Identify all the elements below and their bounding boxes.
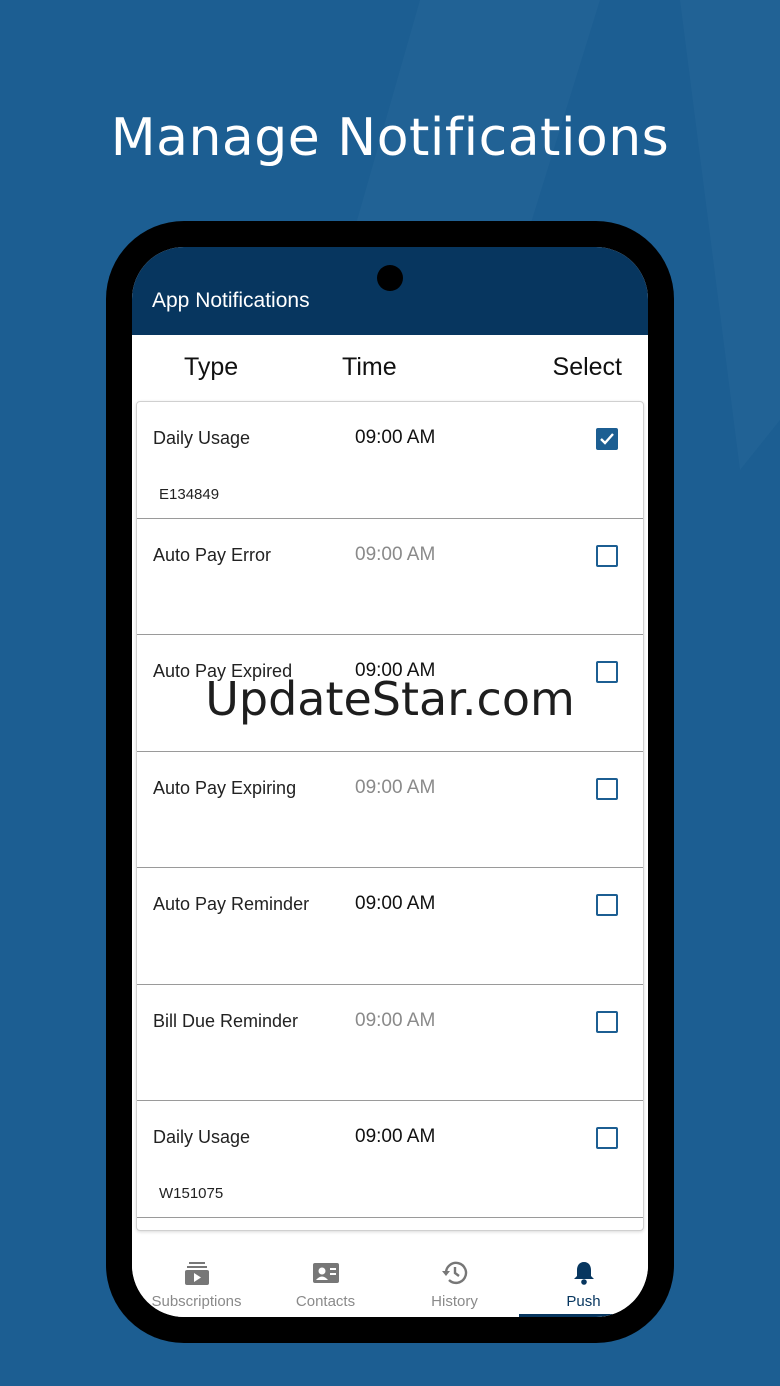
checkmark-icon [600, 433, 614, 445]
account-id: E134849 [159, 486, 220, 503]
app-bar: App Notifications [132, 247, 648, 335]
phone-screen: App Notifications Type Time Select Daily… [132, 247, 648, 1317]
camera-cutout [377, 265, 403, 291]
select-checkbox[interactable] [596, 894, 618, 916]
notification-type: Auto Pay Error [153, 544, 272, 565]
app-bar-title: App Notifications [152, 289, 310, 312]
column-select-label: Select [552, 353, 622, 381]
notification-time[interactable]: 09:00 AM [355, 1010, 435, 1032]
nav-label: Contacts [295, 1293, 356, 1310]
nav-item-push[interactable]: Push [519, 1253, 648, 1317]
notification-row[interactable]: Auto Pay Reminder 09:00 AM [137, 868, 643, 985]
account-id: W151075 [159, 1185, 224, 1202]
bottom-navigation: Subscriptions Contacts History Push [132, 1253, 648, 1317]
notification-row[interactable]: Bill Due Reminder 09:00 AM [137, 985, 643, 1101]
notification-time[interactable]: 09:00 AM [355, 1126, 435, 1148]
notification-list[interactable]: Daily Usage 09:00 AM E134849 Auto Pay Error… [136, 401, 644, 1231]
select-checkbox[interactable] [596, 428, 618, 450]
nav-item-subscriptions[interactable]: Subscriptions [132, 1253, 261, 1317]
notification-time[interactable]: 09:00 AM [355, 893, 435, 915]
notification-type: Auto Pay Expired [153, 661, 293, 681]
notification-row[interactable]: Auto Pay Expiring 09:00 AM [137, 752, 643, 868]
notification-time[interactable]: 09:00 AM [355, 544, 435, 566]
notification-type: Auto Pay Expiring [153, 777, 297, 798]
select-checkbox[interactable] [596, 544, 618, 567]
nav-item-history[interactable]: History [390, 1253, 519, 1317]
notification-row[interactable]: Daily Usage 09:00 AM E134849 [137, 402, 643, 519]
notification-time[interactable]: 09:00 AM [355, 777, 435, 799]
select-checkbox[interactable] [596, 1010, 618, 1033]
select-checkbox[interactable] [596, 1127, 618, 1149]
nav-label: Push [566, 1293, 601, 1310]
column-time-label: Time [342, 353, 397, 381]
column-header: Type Time Select [132, 335, 648, 401]
notification-time[interactable]: 09:00 AM [355, 427, 435, 449]
notification-type: Daily Usage [153, 428, 251, 448]
column-type-label: Type [184, 353, 239, 381]
nav-item-contacts[interactable]: Contacts [261, 1253, 390, 1317]
notification-time[interactable]: 09:00 AM [355, 660, 435, 682]
notification-row[interactable]: Auto Pay Error 09:00 AM [137, 519, 643, 635]
notification-row[interactable]: Daily Usage 09:00 AM W151075 [137, 1101, 643, 1218]
nav-label: History [431, 1293, 478, 1310]
select-checkbox[interactable] [596, 661, 618, 683]
nav-label: Subscriptions [151, 1293, 242, 1310]
notification-type: Bill Due Reminder [153, 1010, 299, 1031]
select-checkbox[interactable] [596, 777, 618, 800]
phone-frame: App Notifications Type Time Select Daily… [106, 221, 674, 1343]
notification-row[interactable]: Auto Pay Expired 09:00 AM [137, 635, 643, 752]
notification-type: Auto Pay Reminder [153, 894, 310, 914]
notification-type: Daily Usage [153, 1127, 251, 1147]
page-headline: Manage Notifications [110, 108, 670, 168]
